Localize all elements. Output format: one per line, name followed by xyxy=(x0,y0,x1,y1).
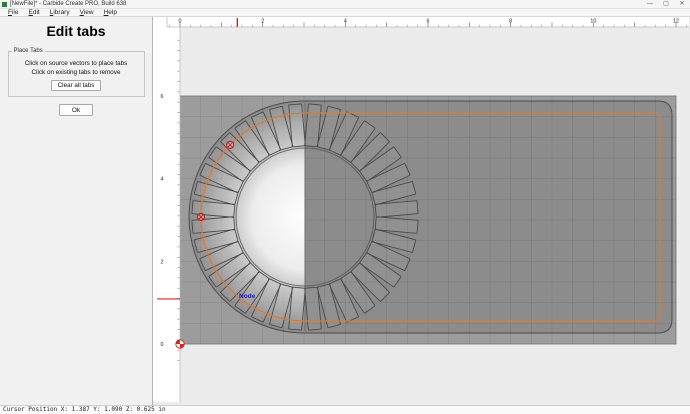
svg-text:0: 0 xyxy=(179,18,182,24)
origin-marker[interactable] xyxy=(175,339,185,349)
group-label: Place Tabs xyxy=(11,48,45,54)
ok-button[interactable]: Ok xyxy=(58,104,94,116)
tab-marker[interactable] xyxy=(196,212,206,222)
menu-bar: File Edit Library View Help xyxy=(0,9,690,17)
tab-marker[interactable] xyxy=(226,140,235,149)
content-area: Edit tabs Place Tabs Click on source vec… xyxy=(0,17,690,405)
svg-text:6: 6 xyxy=(161,94,164,100)
window-title: [NewFile]* - Carbide Create PRO, Build 6… xyxy=(10,0,127,7)
instruction-remove: Click on existing tabs to remove xyxy=(31,69,121,76)
svg-text:8: 8 xyxy=(509,18,512,24)
window-controls: — ▢ ✕ xyxy=(642,0,690,8)
svg-text:0: 0 xyxy=(161,342,164,348)
svg-text:12: 12 xyxy=(673,18,679,24)
svg-text:4: 4 xyxy=(161,177,164,183)
menu-library[interactable]: Library xyxy=(45,9,75,16)
menu-help[interactable]: Help xyxy=(99,9,122,16)
title-bar: [NewFile]* - Carbide Create PRO, Build 6… xyxy=(0,0,690,9)
app-icon xyxy=(2,1,7,7)
edit-tabs-panel: Edit tabs Place Tabs Click on source vec… xyxy=(0,17,153,405)
instruction-place: Click on source vectors to place tabs xyxy=(24,60,128,67)
minimize-button[interactable]: — xyxy=(642,0,658,8)
svg-text:10: 10 xyxy=(590,18,596,24)
app-window: [NewFile]* - Carbide Create PRO, Build 6… xyxy=(0,0,690,414)
status-bar: Cursor Position X: 1.387 Y: 1.090 Z: 0.6… xyxy=(0,405,690,414)
node-tooltip: Node xyxy=(239,293,256,300)
maximize-button[interactable]: ▢ xyxy=(658,0,674,8)
menu-view[interactable]: View xyxy=(75,9,99,16)
menu-edit[interactable]: Edit xyxy=(24,9,45,16)
design-scene[interactable]: Node 0 2 4 6 8 10 12 0 2 4 6 xyxy=(153,17,689,405)
svg-text:4: 4 xyxy=(344,18,347,24)
panel-title: Edit tabs xyxy=(46,23,106,39)
cursor-position: Cursor Position X: 1.387 Y: 1.090 Z: 0.6… xyxy=(3,406,166,413)
svg-text:2: 2 xyxy=(261,18,264,24)
clear-all-tabs-button[interactable]: Clear all tabs xyxy=(50,80,102,91)
close-button[interactable]: ✕ xyxy=(674,0,690,8)
place-tabs-group: Place Tabs Click on source vectors to pl… xyxy=(7,48,145,97)
svg-text:2: 2 xyxy=(161,259,164,265)
design-canvas[interactable]: Node 0 2 4 6 8 10 12 0 2 4 6 xyxy=(153,17,690,405)
menu-file[interactable]: File xyxy=(3,9,24,16)
svg-text:6: 6 xyxy=(427,18,430,24)
